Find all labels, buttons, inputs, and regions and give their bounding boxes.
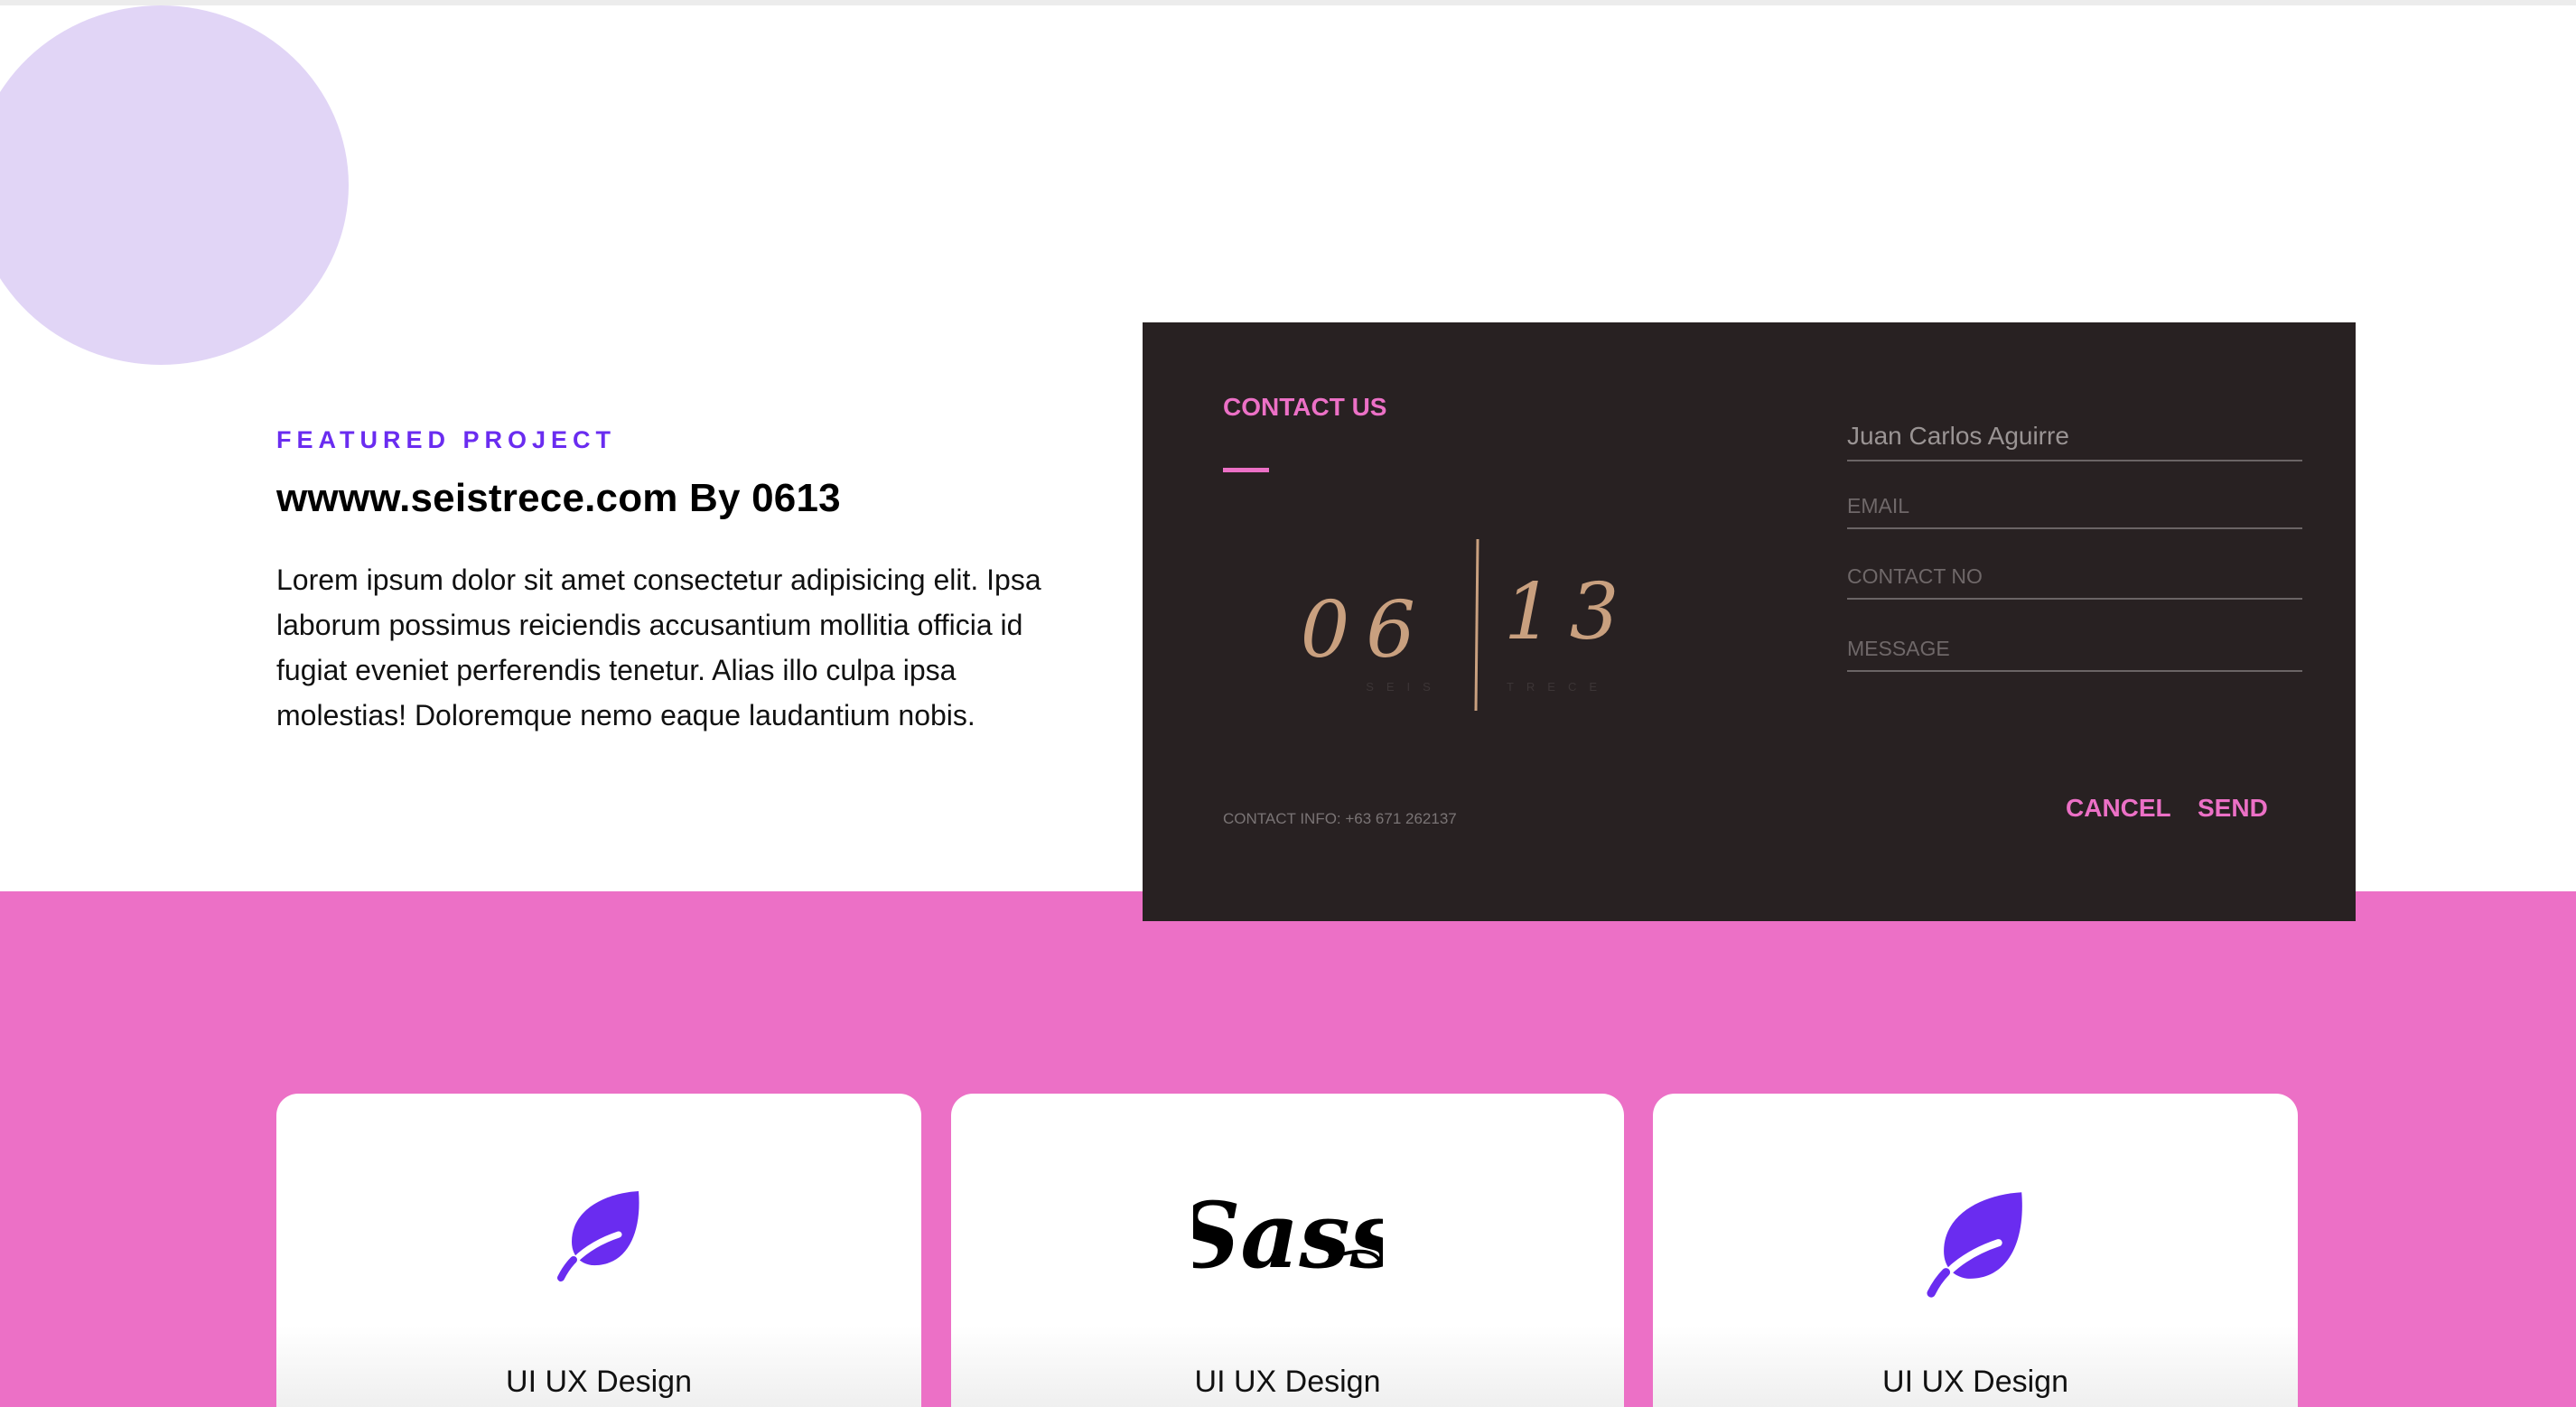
decorative-circle xyxy=(0,5,349,365)
contact-title: CONTACT US xyxy=(1223,393,1387,421)
top-divider xyxy=(0,0,2576,5)
message-field[interactable] xyxy=(1847,637,2302,672)
project-title: wwww.seistrece.com By 0613 xyxy=(276,476,841,520)
sass-logo: Sass xyxy=(1193,1184,1383,1289)
contact-number-field[interactable] xyxy=(1847,564,2302,600)
logo-divider xyxy=(1474,538,1479,712)
leaf-icon xyxy=(1927,1192,2022,1298)
service-card[interactable]: UI UX Design xyxy=(276,1094,921,1407)
service-label: UI UX Design xyxy=(506,1365,692,1399)
service-label: UI UX Design xyxy=(1882,1365,2068,1399)
name-field[interactable] xyxy=(1847,422,2302,461)
project-description: Lorem ipsum dolor sit amet consectetur a… xyxy=(276,564,1041,731)
send-button[interactable]: SEND xyxy=(2198,794,2268,823)
contact-title-underline xyxy=(1223,468,1269,472)
featured-eyebrow: FEATURED PROJECT xyxy=(276,426,617,453)
featured-project-section: FEATURED PROJECT wwww.seistrece.com By 0… xyxy=(276,426,1089,738)
leaf-icon xyxy=(557,1191,639,1281)
logo-right-digits: 13 xyxy=(1504,567,1635,657)
logo-left-digits: 06 xyxy=(1301,585,1432,676)
service-label: UI UX Design xyxy=(1194,1365,1381,1399)
logo-right-word: TRECE xyxy=(1507,680,1610,694)
sass-logo-text: Sass xyxy=(1193,1184,1383,1289)
service-card[interactable]: UI UX Design xyxy=(1653,1094,2298,1407)
seistrece-logo: 06 13 SEIS TRECE xyxy=(1301,538,1635,712)
contact-card: CONTACT US 06 13 SEIS TRECE CONTACT INFO… xyxy=(1143,322,2356,921)
logo-left-word: SEIS xyxy=(1366,680,1443,694)
cancel-button[interactable]: CANCEL xyxy=(2066,794,2171,823)
service-card[interactable]: Sass UI UX Design xyxy=(951,1094,1624,1407)
contact-info-text: CONTACT INFO: +63 671 262137 xyxy=(1223,810,1457,827)
email-field[interactable] xyxy=(1847,494,2302,529)
